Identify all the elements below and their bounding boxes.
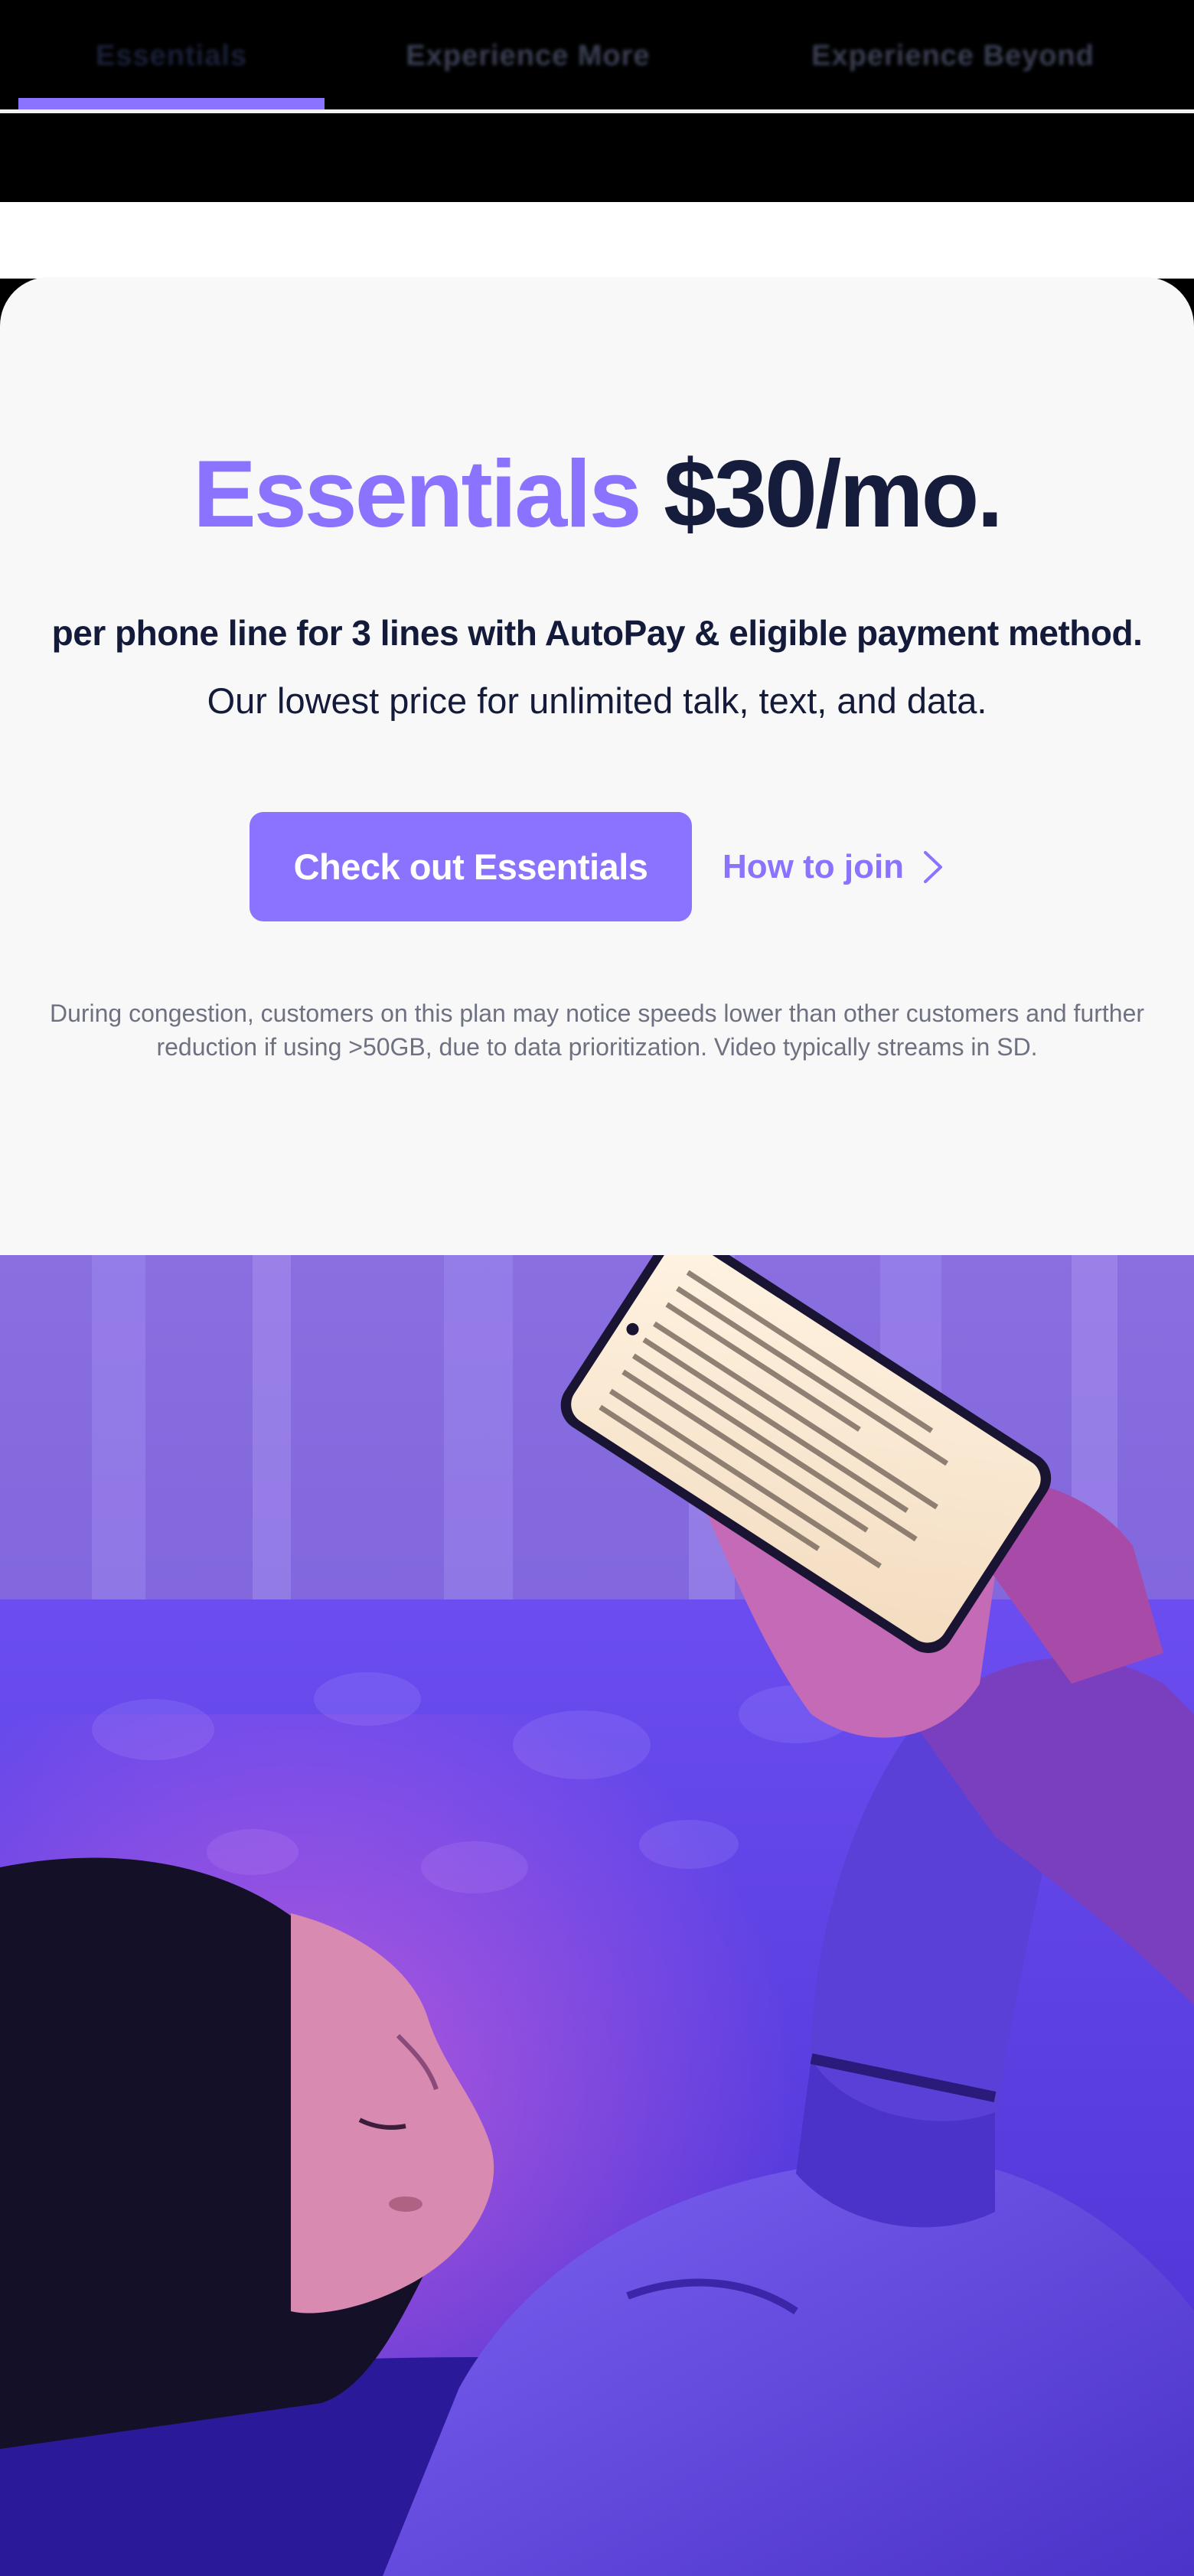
plan-tab-bar: Essentials Experience More Experience Be… <box>0 0 1194 202</box>
price-detail: per phone line for 3 lines with AutoPay … <box>51 613 1143 653</box>
lifestyle-illustration <box>0 1255 1194 2576</box>
plan-hero-card: Essentials $30/mo. per phone line for 3 … <box>0 277 1194 1255</box>
tab-bar-divider <box>0 109 1194 113</box>
check-out-essentials-button[interactable]: Check out Essentials <box>250 812 692 921</box>
active-tab-indicator <box>18 98 325 109</box>
plan-headline: Essentials $30/mo. <box>0 438 1194 552</box>
data-prioritization-disclaimer: During congestion, customers on this pla… <box>49 999 1145 1061</box>
section-spacer <box>0 202 1194 279</box>
how-to-join-label: How to join <box>723 847 905 885</box>
chevron-right-icon <box>924 850 943 883</box>
how-to-join-link[interactable]: How to join <box>723 812 944 921</box>
tab-experience-beyond[interactable]: Experience Beyond <box>765 0 1140 112</box>
hero-photo-person-with-phone <box>0 1255 1194 2576</box>
plan-tagline: Our lowest price for unlimited talk, tex… <box>207 680 987 721</box>
plan-price: $30/mo. <box>664 442 1003 547</box>
plan-name: Essentials <box>193 442 641 547</box>
tab-experience-more[interactable]: Experience More <box>360 0 696 112</box>
tab-essentials[interactable]: Essentials <box>18 0 325 112</box>
